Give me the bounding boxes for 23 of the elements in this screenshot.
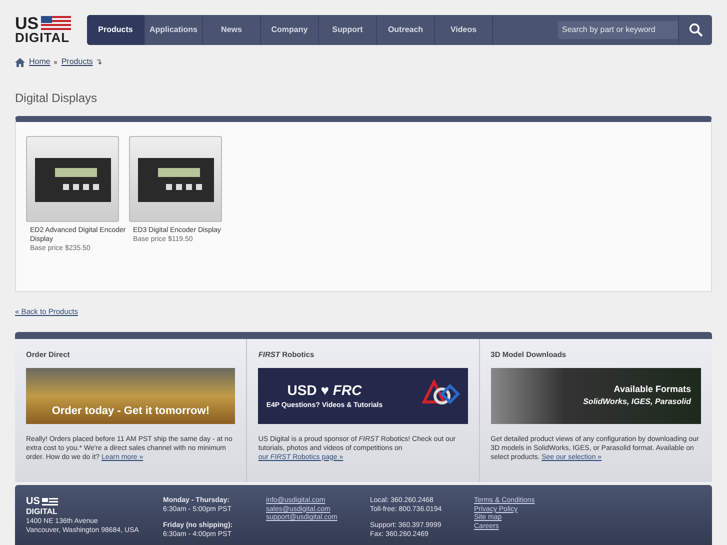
- breadcrumb-link[interactable]: Home: [29, 56, 50, 68]
- nav-tab[interactable]: Outreach: [377, 15, 435, 45]
- nav-tab[interactable]: News: [203, 15, 261, 45]
- footer-logo[interactable]: US DIGITAL: [26, 497, 163, 518]
- nav-tab[interactable]: Products: [87, 15, 145, 45]
- home-icon: [15, 58, 25, 66]
- flag-icon: [40, 16, 71, 30]
- product-photo-placeholder[interactable]: [129, 136, 222, 222]
- logo[interactable]: US DIGITAL: [15, 15, 75, 45]
- promo-banner[interactable]: Available Formats SolidWorks, IGES, Parasolid: [490, 368, 701, 424]
- search-icon[interactable]: [688, 23, 702, 37]
- search-field[interactable]: Search by part or keyword: [558, 21, 678, 39]
- nav-tab[interactable]: Support: [319, 15, 377, 45]
- nav-tab[interactable]: Company: [261, 15, 319, 45]
- nav-tab[interactable]: Applications: [145, 15, 203, 45]
- separator-icon: [54, 60, 58, 64]
- nav-tab[interactable]: Videos: [435, 15, 493, 45]
- breadcrumb-link[interactable]: Products: [61, 56, 93, 68]
- promo-banner[interactable]: Order today - Get it tomorrow!: [26, 368, 236, 424]
- flag-icon: [42, 498, 58, 506]
- arrow-icon: [96, 59, 103, 65]
- product-photo-placeholder[interactable]: [26, 136, 119, 222]
- page-title: Digital Displays: [14, 90, 98, 107]
